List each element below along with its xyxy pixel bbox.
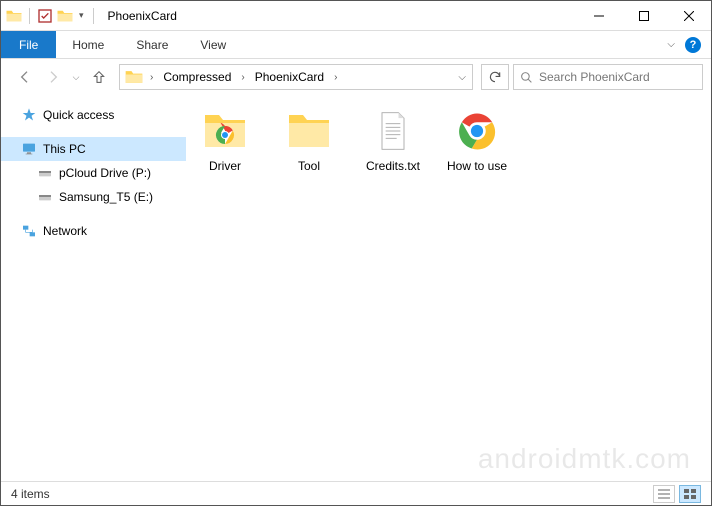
sidebar-item-label: This PC <box>43 142 86 156</box>
navigation-bar: ⌵ › Compressed › PhoenixCard › ⌵ Search … <box>1 59 711 95</box>
folder-icon <box>124 67 144 87</box>
drive-icon <box>37 165 53 181</box>
quick-access-toolbar: ▾ <box>1 7 102 25</box>
ribbon-expand-icon[interactable]: ⌵ <box>667 39 675 50</box>
sidebar-item-label: Quick access <box>43 108 114 122</box>
pc-icon <box>21 141 37 157</box>
sidebar-item-label: Samsung_T5 (E:) <box>59 190 153 204</box>
folder-icon <box>285 107 333 155</box>
recent-dropdown-icon[interactable]: ⌵ <box>69 65 83 89</box>
maximize-button[interactable] <box>621 1 666 30</box>
forward-button[interactable] <box>41 65 65 89</box>
folder-item-driver[interactable]: Driver <box>192 107 258 173</box>
icons-view-button[interactable] <box>679 485 701 503</box>
file-item-how-to-use[interactable]: How to use <box>444 107 510 173</box>
star-icon <box>21 107 37 123</box>
sidebar-item-label: Network <box>43 224 87 238</box>
network-icon <box>21 223 37 239</box>
divider <box>29 8 30 24</box>
ribbon-tabs: File Home Share View ⌵ ? <box>1 31 711 59</box>
title-bar: ▾ PhoenixCard <box>1 1 711 31</box>
file-label: Driver <box>209 159 241 173</box>
refresh-button[interactable] <box>481 64 509 90</box>
file-label: How to use <box>447 159 507 173</box>
search-icon <box>520 71 533 84</box>
file-label: Credits.txt <box>366 159 420 173</box>
folder-icon <box>5 7 23 25</box>
minimize-button[interactable] <box>576 1 621 30</box>
chevron-right-icon[interactable]: › <box>237 72 248 83</box>
sidebar-item-this-pc[interactable]: This PC <box>1 137 186 161</box>
home-tab[interactable]: Home <box>56 31 120 58</box>
address-dropdown-icon[interactable]: ⌵ <box>454 72 470 83</box>
details-view-button[interactable] <box>653 485 675 503</box>
search-input[interactable]: Search PhoenixCard <box>513 64 703 90</box>
back-button[interactable] <box>13 65 37 89</box>
sidebar-item-quick-access[interactable]: Quick access <box>1 103 186 127</box>
sidebar-item-samsung[interactable]: Samsung_T5 (E:) <box>1 185 186 209</box>
main-area: Quick access This PC pCloud Drive (P:) S… <box>1 95 711 475</box>
navigation-pane: Quick access This PC pCloud Drive (P:) S… <box>1 95 186 475</box>
sidebar-item-pcloud[interactable]: pCloud Drive (P:) <box>1 161 186 185</box>
close-button[interactable] <box>666 1 711 30</box>
sidebar-item-label: pCloud Drive (P:) <box>59 166 151 180</box>
chevron-right-icon[interactable]: › <box>330 72 341 83</box>
divider <box>93 8 94 24</box>
folder-icon <box>56 7 74 25</box>
text-file-icon <box>369 107 417 155</box>
file-list[interactable]: Driver Tool Credits.txt How to use <box>186 95 711 475</box>
breadcrumb-item[interactable]: PhoenixCard <box>249 70 330 84</box>
help-icon[interactable]: ? <box>685 37 701 53</box>
chrome-icon <box>453 107 501 155</box>
address-bar[interactable]: › Compressed › PhoenixCard › ⌵ <box>119 64 473 90</box>
file-label: Tool <box>298 159 320 173</box>
up-button[interactable] <box>87 65 111 89</box>
checkbox-icon[interactable] <box>36 7 54 25</box>
item-count: 4 items <box>11 487 50 501</box>
folder-chrome-icon <box>201 107 249 155</box>
file-tab[interactable]: File <box>1 31 56 58</box>
file-item-credits[interactable]: Credits.txt <box>360 107 426 173</box>
drive-icon <box>37 189 53 205</box>
search-placeholder: Search PhoenixCard <box>539 70 650 84</box>
window-title: PhoenixCard <box>102 9 177 23</box>
share-tab[interactable]: Share <box>120 31 184 58</box>
chevron-right-icon[interactable]: › <box>146 72 157 83</box>
breadcrumb-item[interactable]: Compressed <box>157 70 237 84</box>
view-tab[interactable]: View <box>184 31 242 58</box>
qat-dropdown-icon[interactable]: ▾ <box>76 10 87 21</box>
folder-item-tool[interactable]: Tool <box>276 107 342 173</box>
status-bar: 4 items <box>1 481 711 505</box>
sidebar-item-network[interactable]: Network <box>1 219 186 243</box>
